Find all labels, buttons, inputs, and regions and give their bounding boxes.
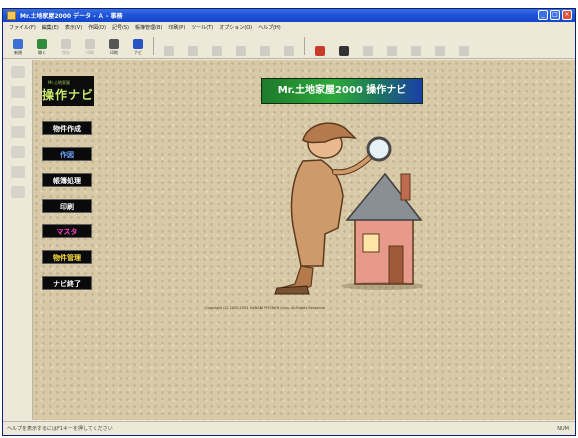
navi-icon xyxy=(133,39,143,49)
toolbar-button[interactable] xyxy=(333,34,355,58)
menu-item[interactable]: ツール(T) xyxy=(191,24,213,31)
toolbar-button-label: 印刷 xyxy=(86,50,94,55)
left-toolbar xyxy=(3,60,33,420)
status-indicator: NUM xyxy=(557,425,569,432)
option-icon xyxy=(459,46,469,56)
window-controls: _ □ × xyxy=(538,10,572,20)
window-title: Mr.土地家屋2000 データ - Ａ - 事務 xyxy=(20,13,123,20)
navi-button[interactable]: 物件作成 xyxy=(42,121,92,135)
toolbar-button[interactable] xyxy=(254,34,276,58)
navi-panel: Mr.土地家屋 操作ナビ 物件作成作図帳簿処理印刷マスタ物件管理ナビ終了 Mr.… xyxy=(33,60,575,420)
toolbar-button[interactable] xyxy=(230,34,252,58)
toolbar-button-label: 印刷 xyxy=(110,50,118,55)
toolbar-button[interactable]: ナビ xyxy=(127,34,149,58)
toolbar-button[interactable] xyxy=(309,34,331,58)
title-bar[interactable]: Mr.土地家屋2000 データ - Ａ - 事務 _ □ × xyxy=(3,9,575,22)
main-toolbar: 新規 開く 保存 印刷 印刷 ナビ xyxy=(3,32,575,59)
copyright-text: Copyright (C) 2000-2001 HANABI PITSHEN C… xyxy=(205,306,325,310)
toolbar-button[interactable]: 保存 xyxy=(55,34,77,58)
navi-button[interactable]: 物件管理 xyxy=(42,250,92,264)
app-window: Mr.土地家屋2000 データ - Ａ - 事務 _ □ × ファイル(F) 編集… xyxy=(2,8,576,436)
menu-item[interactable]: ヘルプ(H) xyxy=(258,24,281,31)
navi-banner: Mr.土地家屋2000 操作ナビ xyxy=(261,78,423,104)
arc-icon xyxy=(411,46,421,56)
toolbar-button[interactable] xyxy=(182,34,204,58)
toolbar-button[interactable] xyxy=(206,34,228,58)
status-message: ヘルプを表示するにはF1キーを押してください xyxy=(7,426,113,432)
logo-title: 操作ナビ xyxy=(42,87,95,102)
draw-icon[interactable] xyxy=(10,86,25,98)
toolbar-button[interactable] xyxy=(453,34,475,58)
table-icon[interactable] xyxy=(10,186,25,198)
minimize-button[interactable]: _ xyxy=(538,10,548,20)
toolbar-button-label: 保存 xyxy=(62,50,70,55)
menu-item[interactable]: 印刷(P) xyxy=(168,24,185,31)
toolbar-button[interactable] xyxy=(158,34,180,58)
toolbar-button-label: 新規 xyxy=(14,50,22,55)
menu-item[interactable]: 編集(E) xyxy=(42,24,59,31)
select-icon[interactable] xyxy=(10,66,25,78)
save-icon xyxy=(61,39,71,49)
toolbar-button[interactable] xyxy=(429,34,451,58)
symbol-icon[interactable] xyxy=(10,166,25,178)
navi-logo: Mr.土地家屋 操作ナビ xyxy=(42,76,94,106)
menu-item[interactable]: オプション(O) xyxy=(219,24,252,31)
menu-bar: ファイル(F) 編集(E) 表示(V) 作図(D) 記号(S) 帳簿管理(B) 印刷(P) ツ… xyxy=(3,22,575,32)
layer-icon xyxy=(212,46,222,56)
toolbar-button[interactable]: 新規 xyxy=(7,34,29,58)
symbol-icon xyxy=(363,46,373,56)
toolbar-button[interactable] xyxy=(278,34,300,58)
menu-item[interactable]: 記号(S) xyxy=(112,24,129,31)
layer-icon[interactable] xyxy=(10,146,25,158)
grid-icon xyxy=(188,46,198,56)
line-icon xyxy=(387,46,397,56)
menu-item[interactable]: 帳簿管理(B) xyxy=(135,24,162,31)
toolbar-button-label: ナビ xyxy=(134,50,142,55)
status-bar: ヘルプを表示するにはF1キーを押してください NUM xyxy=(3,421,575,435)
new-file-icon xyxy=(13,39,23,49)
window-icon xyxy=(435,46,445,56)
print-icon xyxy=(85,39,95,49)
close-button[interactable]: × xyxy=(562,10,572,20)
menu-item[interactable]: 作図(D) xyxy=(88,24,106,31)
zoom-icon[interactable] xyxy=(10,126,25,138)
edit-icon[interactable] xyxy=(10,106,25,118)
house-icon xyxy=(315,46,325,56)
menu-item[interactable]: ファイル(F) xyxy=(9,24,36,31)
open-icon xyxy=(37,39,47,49)
zoom-icon xyxy=(260,46,270,56)
text-icon xyxy=(339,46,349,56)
toolbar-button[interactable] xyxy=(357,34,379,58)
toolbar-button[interactable]: 開く xyxy=(31,34,53,58)
navi-button[interactable]: 作図 xyxy=(42,147,92,161)
navi-button[interactable]: マスタ xyxy=(42,224,92,238)
toolbar-button[interactable]: 印刷 xyxy=(103,34,125,58)
navi-button[interactable]: ナビ終了 xyxy=(42,276,92,290)
toolbar-button[interactable] xyxy=(381,34,403,58)
detective-house-illustration xyxy=(274,122,423,295)
menu-item[interactable]: 表示(V) xyxy=(65,24,82,31)
table-icon xyxy=(284,46,294,56)
toolbar-button[interactable] xyxy=(405,34,427,58)
navi-button[interactable]: 印刷 xyxy=(42,199,92,213)
toolbar-separator xyxy=(304,37,305,55)
toolbar-button-label: 開く xyxy=(38,50,46,55)
app-icon xyxy=(7,11,16,20)
measure-icon xyxy=(236,46,246,56)
navi-button[interactable]: 帳簿処理 xyxy=(42,173,92,187)
toolbar-button[interactable]: 印刷 xyxy=(79,34,101,58)
toolbar-separator xyxy=(153,37,154,55)
maximize-button[interactable]: □ xyxy=(550,10,560,20)
ruler-icon xyxy=(164,46,174,56)
printer-icon xyxy=(109,39,119,49)
